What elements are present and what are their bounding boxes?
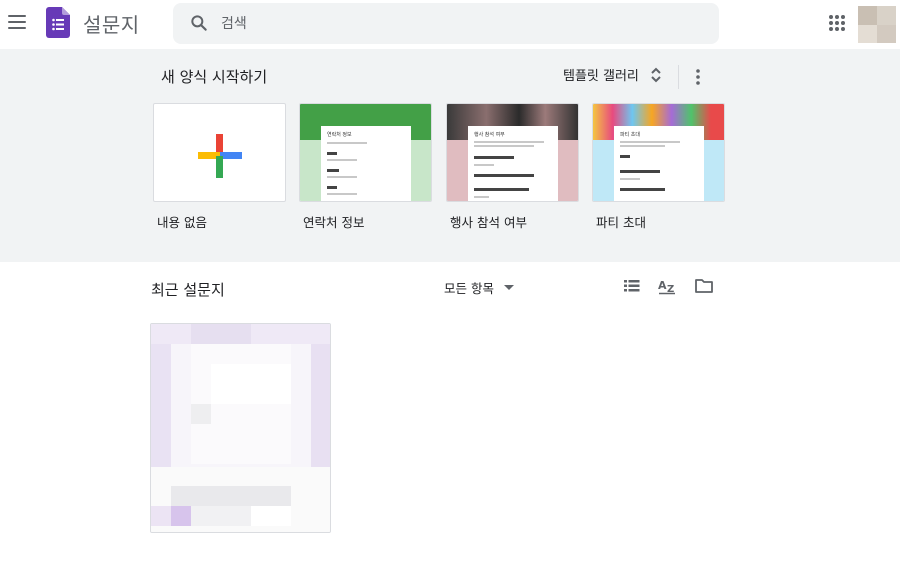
template-gallery-toggle[interactable]: 템플릿 갤러리 (563, 65, 663, 84)
list-view-icon[interactable] (622, 277, 642, 295)
template-blank-label[interactable]: 내용 없음 (157, 212, 207, 231)
owner-filter-dropdown[interactable]: 모든 항목 (444, 278, 514, 297)
template-rsvp-thumbnail[interactable]: 행사 참석 여부 (446, 103, 579, 202)
recent-form-card[interactable] (150, 323, 331, 533)
template-party-label[interactable]: 파티 초대 (596, 212, 646, 231)
recent-forms-heading: 최근 설문지 (151, 281, 225, 299)
contact-thumb-title: 연락처 정보 (327, 132, 352, 138)
account-avatar[interactable] (858, 6, 896, 43)
gallery-divider (678, 65, 679, 89)
template-blank[interactable]: 내용 없음 (153, 103, 286, 230)
template-contact-thumbnail[interactable]: 연락처 정보 (299, 103, 432, 202)
unfold-icon (651, 67, 661, 82)
svg-text:A: A (658, 279, 667, 292)
owner-filter-label: 모든 항목 (444, 281, 494, 296)
search-icon[interactable] (189, 13, 209, 33)
template-contact-label[interactable]: 연락처 정보 (303, 212, 364, 231)
folder-icon[interactable] (694, 277, 714, 295)
sort-az-icon[interactable]: A Z (657, 277, 677, 295)
gallery-heading: 새 양식 시작하기 (161, 68, 268, 86)
template-rsvp[interactable]: 행사 참석 여부 행사 참석 여부 (446, 103, 579, 230)
search-input[interactable] (221, 3, 701, 44)
main-menu-icon[interactable] (5, 10, 29, 34)
forms-logo-icon[interactable] (46, 7, 70, 38)
template-party-invite[interactable]: 파티 초대 파티 초대 (592, 103, 725, 230)
party-thumb-title: 파티 초대 (620, 132, 640, 138)
plus-icon (198, 134, 242, 178)
template-gallery-label: 템플릿 갤러리 (563, 69, 639, 84)
template-contact-info[interactable]: 연락처 정보 연락처 정보 (299, 103, 432, 230)
apps-grid-icon[interactable] (826, 12, 848, 34)
more-vert-icon[interactable] (690, 67, 706, 87)
dropdown-arrow-icon (503, 285, 514, 290)
template-blank-thumbnail[interactable] (153, 103, 286, 202)
app-title[interactable]: 설문지 (83, 9, 140, 38)
template-rsvp-label[interactable]: 행사 참석 여부 (450, 212, 527, 231)
top-bar: 설문지 (0, 0, 900, 49)
rsvp-thumb-title: 행사 참석 여부 (474, 132, 505, 138)
template-gallery: 새 양식 시작하기 템플릿 갤러리 내용 없음 연락처 정보 연락처 정보 행사… (0, 49, 900, 262)
template-party-thumbnail[interactable]: 파티 초대 (592, 103, 725, 202)
search-bar[interactable] (173, 3, 719, 44)
